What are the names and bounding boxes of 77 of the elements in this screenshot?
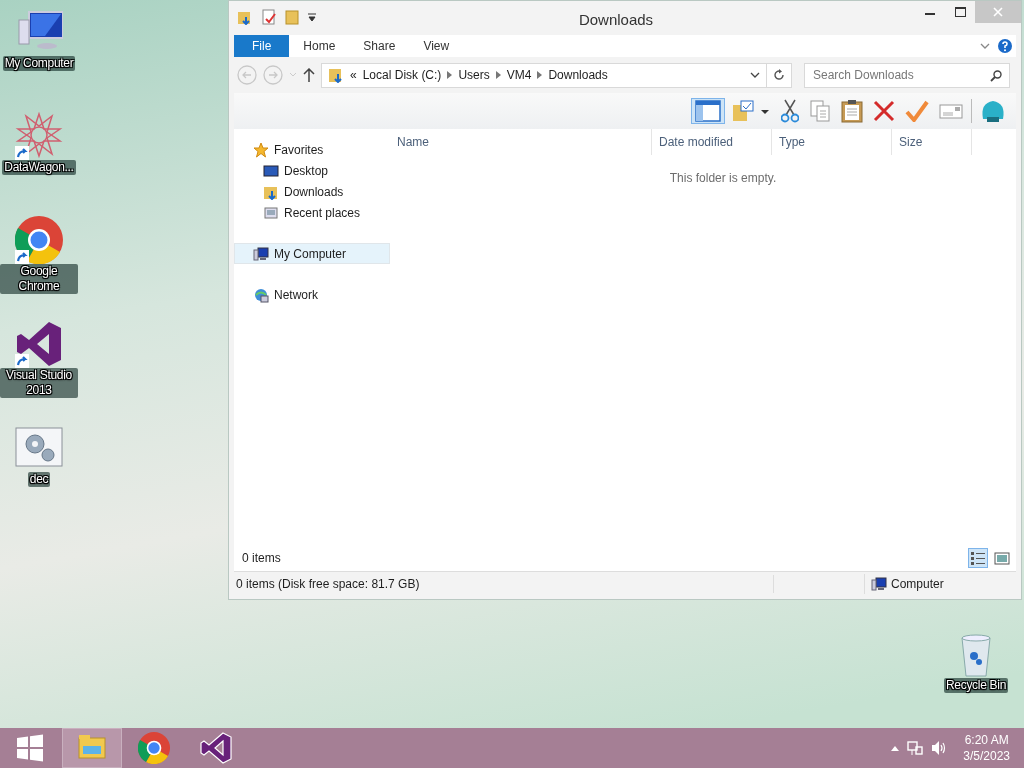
desktop-icon	[263, 162, 279, 179]
dropdown-icon[interactable]	[307, 11, 317, 23]
column-header[interactable]: Size	[892, 129, 972, 155]
icon-label[interactable]: dec	[27, 472, 51, 487]
up-arrow-icon[interactable]	[303, 68, 315, 82]
network-icon	[253, 286, 269, 303]
computer-icon	[253, 245, 269, 262]
chrome-icon	[138, 732, 170, 764]
visual-studio-icon[interactable]	[15, 320, 63, 368]
icon-label[interactable]: My Computer	[2, 56, 76, 71]
item-count: 0 items	[242, 550, 281, 567]
clipboard-icon	[841, 99, 863, 123]
column-header[interactable]: Name	[390, 129, 652, 155]
breadcrumb[interactable]: Users	[458, 66, 490, 84]
recent-places-icon	[263, 204, 279, 221]
maximize-icon	[954, 7, 966, 17]
empty-folder-message: This folder is empty.	[668, 170, 778, 187]
chevron-right-icon[interactable]	[447, 71, 453, 79]
preview-pane-icon	[695, 100, 721, 122]
breadcrumb[interactable]: Downloads	[548, 66, 608, 84]
star-icon[interactable]	[15, 112, 63, 160]
folder-icon	[328, 67, 344, 83]
volume-icon[interactable]	[931, 740, 948, 756]
nav-item[interactable]: Favorites	[234, 139, 390, 160]
refresh-button[interactable]	[766, 62, 792, 88]
dropdown-icon[interactable]	[750, 71, 760, 79]
scissors-icon	[781, 99, 799, 123]
icon-label[interactable]: Recycle Bin	[943, 678, 1009, 693]
chevron-right-icon[interactable]	[495, 71, 501, 79]
nav-item[interactable]: Desktop	[234, 160, 390, 181]
help-icon[interactable]	[998, 39, 1012, 53]
search-field[interactable]: Search Downloads	[804, 62, 1010, 88]
icon-label[interactable]: Visual Studio 2013	[0, 368, 78, 398]
properties-icon	[939, 102, 963, 120]
show-hidden-icons-icon[interactable]	[891, 745, 900, 751]
folder-icon[interactable]	[237, 9, 253, 25]
nav-item[interactable]: Recent places	[234, 202, 390, 223]
nav-item[interactable]: My Computer	[234, 243, 390, 264]
window-title: Downloads	[577, 10, 655, 30]
details-view-icon	[970, 550, 986, 566]
ribbon-tab[interactable]: File	[234, 35, 290, 57]
clock-time: 6:20 AM	[963, 732, 1010, 748]
status-location: Computer	[891, 575, 944, 593]
chrome-icon[interactable]	[15, 216, 63, 264]
breadcrumb[interactable]: Local Disk (C:)	[362, 66, 442, 84]
windows-logo-icon	[16, 734, 44, 762]
icon-label[interactable]: DataWagon...	[2, 160, 76, 175]
chevron-down-icon[interactable]	[980, 42, 990, 50]
breadcrumb[interactable]: VM4	[506, 66, 532, 84]
preview-pane-button[interactable]	[691, 98, 725, 124]
address-overflow[interactable]: «	[350, 66, 357, 84]
nav-item[interactable]: Network	[234, 284, 390, 305]
details-view-button[interactable]	[968, 548, 988, 568]
copy-icon	[809, 100, 831, 122]
icon-label[interactable]: Google Chrome	[0, 264, 78, 294]
clock-date: 3/5/2023	[963, 748, 1010, 764]
folder-icon	[731, 100, 771, 122]
refresh-icon	[773, 69, 785, 81]
close-icon	[993, 7, 1003, 17]
ribbon-tab[interactable]: View	[409, 35, 464, 57]
star-icon	[253, 141, 269, 158]
apply-icon	[905, 100, 929, 122]
network-icon[interactable]	[907, 740, 924, 756]
address-bar[interactable]: « Local Disk (C:) Users VM4 Downloads	[321, 62, 767, 88]
chevron-right-icon[interactable]	[537, 71, 543, 79]
column-header[interactable]: Date modified	[652, 129, 772, 155]
status-text: 0 items (Disk free space: 81.7 GB)	[234, 574, 774, 593]
nav-item[interactable]: Downloads	[234, 181, 390, 202]
column-header[interactable]: Type	[772, 129, 892, 155]
large-icons-view-icon	[994, 550, 1010, 566]
delete-icon	[873, 100, 895, 122]
search-icon[interactable]	[990, 69, 1002, 82]
ribbon-tab[interactable]: Home	[289, 35, 350, 57]
ribbon-tab[interactable]: Share	[349, 35, 410, 57]
visual-studio-icon	[200, 732, 232, 764]
document-icon[interactable]	[261, 9, 277, 25]
computer-icon	[871, 575, 887, 592]
